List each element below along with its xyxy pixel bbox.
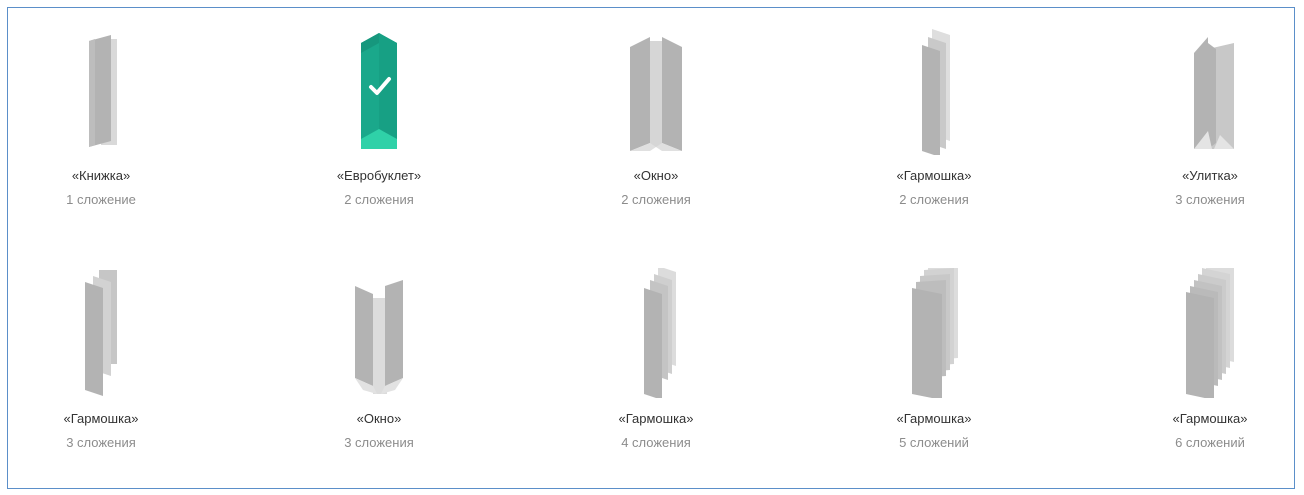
accordion-fold-icon (1186, 268, 1234, 398)
eurobooklet-fold-icon (361, 33, 397, 149)
option-subtitle: 3 сложения (1175, 192, 1245, 207)
accordion-fold-icon (912, 268, 958, 398)
fold-option-eurobooklet[interactable]: «Евробуклет» 2 сложения (279, 25, 479, 209)
fold-option-accordion-3[interactable]: «Гармошка» 3 сложения (1, 268, 201, 452)
option-subtitle: 1 сложение (66, 192, 136, 207)
fold-option-accordion-5[interactable]: «Гармошка» 5 сложений (834, 268, 1034, 452)
option-subtitle: 6 сложений (1175, 435, 1245, 450)
roll-fold-icon (1194, 37, 1234, 149)
option-subtitle: 4 сложения (621, 435, 691, 450)
option-subtitle: 2 сложения (899, 192, 969, 207)
option-title: «Окно» (633, 168, 679, 183)
option-title: «Улитка» (1182, 168, 1238, 183)
accordion-fold-icon (922, 29, 950, 155)
option-title: «Гармошка» (896, 411, 972, 426)
accordion-fold-icon (85, 270, 117, 396)
option-subtitle: 3 сложения (66, 435, 136, 450)
option-title: «Гармошка» (63, 411, 139, 426)
fold-options-grid: «Книжка» 1 сложение «Евробуклет» 2 сложе… (8, 8, 1294, 488)
fold-option-accordion-4[interactable]: «Гармошка» 4 сложения (556, 268, 756, 452)
book-fold-icon (89, 35, 117, 147)
option-title: «Евробуклет» (336, 168, 422, 183)
option-title: «Гармошка» (896, 168, 972, 183)
fold-option-accordion-6[interactable]: «Гармошка» 6 сложений (1110, 268, 1304, 452)
option-title: «Гармошка» (618, 411, 694, 426)
window-fold-icon (630, 37, 682, 151)
window-fold-icon (355, 280, 403, 394)
option-title: «Гармошка» (1172, 411, 1248, 426)
option-title: «Окно» (356, 411, 402, 426)
option-title: «Книжка» (71, 168, 131, 183)
fold-option-roll[interactable]: «Улитка» 3 сложения (1110, 25, 1304, 209)
option-subtitle: 2 сложения (621, 192, 691, 207)
option-subtitle: 2 сложения (344, 192, 414, 207)
option-subtitle: 3 сложения (344, 435, 414, 450)
accordion-fold-icon (644, 268, 676, 398)
fold-option-window-2[interactable]: «Окно» 2 сложения (556, 25, 756, 209)
fold-type-panel: «Книжка» 1 сложение «Евробуклет» 2 сложе… (7, 7, 1295, 489)
fold-option-window-3[interactable]: «Окно» 3 сложения (279, 268, 479, 452)
fold-option-book[interactable]: «Книжка» 1 сложение (1, 25, 201, 209)
option-subtitle: 5 сложений (899, 435, 969, 450)
fold-option-accordion-2[interactable]: «Гармошка» 2 сложения (834, 25, 1034, 209)
